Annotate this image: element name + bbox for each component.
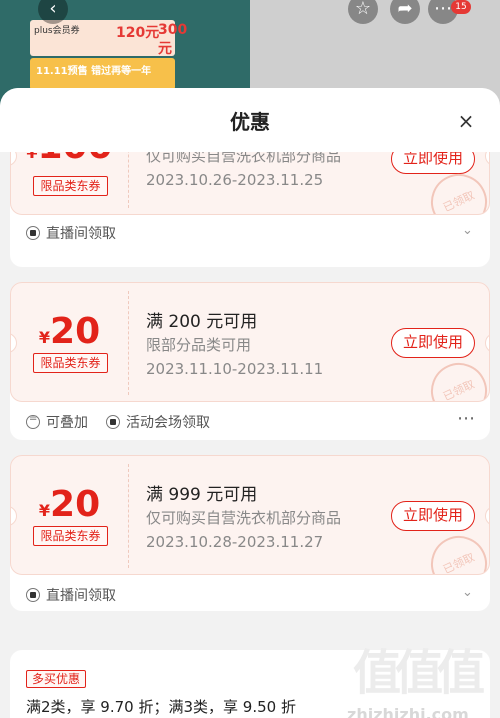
coupon-type-tag: 限品类东券	[33, 353, 108, 373]
amount-value: 20	[50, 484, 101, 525]
coupon-date: 2023.10.26-2023.11.25	[146, 171, 324, 189]
stackable-text: 可叠加	[46, 415, 88, 431]
use-now-button[interactable]: 立即使用	[391, 501, 475, 531]
plus-label: plus会员券	[34, 26, 80, 36]
ticket-notch-right	[485, 506, 489, 526]
coupon-title: 满 200 元可用	[146, 312, 258, 332]
coupon-footer[interactable]: 直播间领取 ⌄	[10, 577, 490, 611]
close-icon[interactable]: ×	[455, 110, 477, 132]
coupon-card: ¥20 限品类东券 满 999 元可用 仅可购买自营洗衣机部分商品 2023.1…	[10, 455, 490, 611]
multi-buy-tag: 多买优惠	[26, 670, 86, 688]
plus-price-a: 120元	[116, 25, 160, 41]
coupon-ticket: ¥100 限品类东券 仅可购买自营洗衣机部分商品 2023.10.26-2023…	[10, 152, 490, 215]
presale-banner: 11.11预售 错过再等一年	[30, 58, 175, 90]
coupon-type-tag: 限品类东券	[33, 176, 108, 196]
amount-value: 100	[37, 152, 112, 167]
use-now-button[interactable]: 立即使用	[391, 152, 475, 174]
ticket-notch-right	[485, 152, 489, 166]
source-text: 活动会场领取	[126, 415, 210, 431]
live-room-icon	[26, 226, 40, 240]
presale-text: 11.11预售 错过再等一年	[36, 66, 152, 77]
ticket-notch-right	[485, 333, 489, 353]
coupon-card: ¥20 限品类东券 满 200 元可用 限部分品类可用 2023.11.10-2…	[10, 282, 490, 440]
stackable-label: 可叠加	[26, 412, 88, 432]
currency-symbol: ¥	[26, 152, 38, 162]
coupon-desc: 限部分品类可用	[146, 336, 252, 354]
amount-value: 20	[50, 311, 101, 352]
coupon-ticket: ¥20 限品类东券 满 999 元可用 仅可购买自营洗衣机部分商品 2023.1…	[10, 455, 490, 575]
source-label: 活动会场领取	[106, 412, 210, 432]
claimed-stamp: 已领取	[421, 526, 489, 574]
coupon-date: 2023.11.10-2023.11.11	[146, 360, 324, 378]
stack-icon	[26, 413, 40, 429]
currency-symbol: ¥	[38, 501, 51, 520]
coupon-ticket: ¥20 限品类东券 满 200 元可用 限部分品类可用 2023.11.10-2…	[10, 282, 490, 402]
ticket-divider	[128, 291, 129, 395]
source-label: 直播间领取	[26, 585, 116, 605]
coupon-sheet: 优惠 × ¥100 限品类东券 仅可购买自营洗衣机部分商品 2023.10.26…	[0, 88, 500, 718]
ticket-divider	[128, 152, 129, 208]
source-label: 直播间领取	[26, 223, 116, 243]
coupon-footer[interactable]: 可叠加 活动会场领取 ⋯	[10, 404, 490, 438]
more-options-icon[interactable]: ⋯	[457, 408, 475, 429]
claimed-stamp: 已领取	[421, 353, 489, 401]
coupon-amount: ¥20	[11, 311, 128, 352]
currency-symbol: ¥	[38, 328, 51, 347]
live-room-icon	[26, 588, 40, 602]
ticket-divider	[128, 464, 129, 568]
coupon-footer[interactable]: 直播间领取 ⌄	[10, 215, 490, 249]
use-now-button[interactable]: 立即使用	[391, 328, 475, 358]
multi-buy-text: 满2类，享 9.70 折；满3类，享 9.50 折	[26, 698, 296, 716]
message-badge: 15	[451, 0, 471, 14]
sheet-header: 优惠 ×	[0, 88, 500, 152]
coupon-desc: 仅可购买自营洗衣机部分商品	[146, 509, 342, 527]
source-text: 直播间领取	[46, 226, 116, 242]
chevron-down-icon[interactable]: ⌄	[462, 585, 473, 600]
chevron-down-icon[interactable]: ⌄	[462, 223, 473, 238]
coupon-title: 满 999 元可用	[146, 485, 258, 505]
sheet-title: 优惠	[230, 110, 270, 134]
plus-coupon-banner: plus会员券 120元 300元	[30, 20, 187, 57]
coupon-card: ¥100 限品类东券 仅可购买自营洗衣机部分商品 2023.10.26-2023…	[10, 152, 490, 267]
coupon-amount: ¥20	[11, 484, 128, 525]
watermark-logo: 值值值	[353, 645, 485, 701]
coupon-type-tag: 限品类东券	[33, 526, 108, 546]
coupon-amount: ¥100	[11, 152, 128, 167]
watermark: 值值值 zhizhizhi.com	[345, 633, 495, 718]
watermark-site: zhizhizhi.com	[347, 705, 469, 718]
plus-price-b: 300元	[158, 22, 188, 57]
source-text: 直播间领取	[46, 588, 116, 604]
coupon-date: 2023.10.28-2023.11.27	[146, 533, 324, 551]
coupon-desc: 仅可购买自营洗衣机部分商品	[146, 152, 342, 165]
venue-icon	[106, 415, 120, 429]
